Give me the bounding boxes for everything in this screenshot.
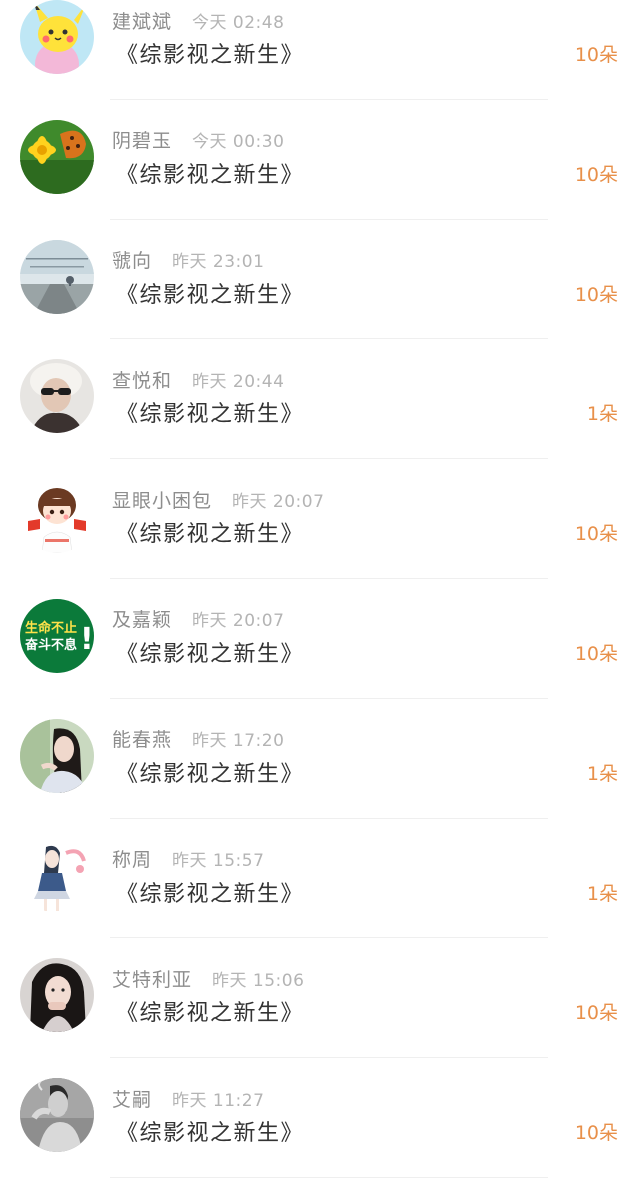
user-name[interactable]: 查悦和 xyxy=(112,366,172,393)
timestamp: 昨天 17:20 xyxy=(192,731,285,752)
user-name[interactable]: 及嘉颖 xyxy=(112,605,172,632)
flower-count: 10朵 xyxy=(574,642,618,665)
flower-count: 1朵 xyxy=(586,882,618,905)
flower-count: 1朵 xyxy=(586,403,618,426)
timestamp: 昨天 20:44 xyxy=(192,371,285,392)
sketch-girl-avatar-icon[interactable] xyxy=(20,838,94,913)
sunglasses-person-avatar-icon[interactable] xyxy=(20,359,94,434)
list-item[interactable]: 称周 昨天 15:57 《综影视之新生》 1朵 xyxy=(0,819,640,939)
timestamp: 昨天 20:07 xyxy=(232,491,325,512)
user-name[interactable]: 能春燕 xyxy=(112,725,172,752)
flower-count: 10朵 xyxy=(574,1122,618,1145)
book-title: 《综影视之新生》 xyxy=(116,1001,305,1027)
pikachu-avatar-icon[interactable] xyxy=(20,0,94,74)
smoking-man-avatar-icon[interactable] xyxy=(20,1078,94,1153)
user-name[interactable]: 虢向 xyxy=(112,246,152,273)
divider xyxy=(110,1176,548,1178)
list-item[interactable]: 艾特利亚 昨天 15:06 《综影视之新生》 10朵 xyxy=(0,938,640,1059)
user-name[interactable]: 显眼小困包 xyxy=(112,486,212,513)
timestamp: 昨天 15:57 xyxy=(172,851,265,872)
flower-count: 1朵 xyxy=(586,762,618,785)
list-item[interactable]: 能春燕 昨天 17:20 《综影视之新生》 1朵 xyxy=(0,699,640,819)
user-name[interactable]: 艾嗣 xyxy=(112,1085,152,1112)
book-title: 《综影视之新生》 xyxy=(116,1121,305,1147)
book-title: 《综影视之新生》 xyxy=(116,43,305,68)
list-item[interactable]: 艾嗣 昨天 11:27 《综影视之新生》 10朵 xyxy=(0,1058,640,1178)
woman-portrait-avatar-icon[interactable] xyxy=(20,958,94,1033)
sky-road-avatar-icon[interactable] xyxy=(20,239,94,314)
timestamp: 今天 02:48 xyxy=(192,12,285,33)
book-title: 《综影视之新生》 xyxy=(116,881,305,907)
flower-count: 10朵 xyxy=(574,523,618,546)
avatar-slogan-mark: ! xyxy=(80,622,94,657)
green-slogan-avatar-icon[interactable]: 生命不止 奋斗不息 ! xyxy=(20,598,94,673)
user-name[interactable]: 建斌斌 xyxy=(112,7,172,34)
avatar-slogan-line2: 奋斗不息 xyxy=(24,637,77,653)
timestamp: 昨天 15:06 xyxy=(212,970,305,991)
timestamp: 昨天 23:01 xyxy=(172,252,265,273)
avatar-slogan-line1: 生命不止 xyxy=(25,620,77,636)
flower-count: 10朵 xyxy=(574,283,618,306)
book-title: 《综影视之新生》 xyxy=(116,282,305,308)
book-title: 《综影视之新生》 xyxy=(116,522,305,548)
user-name[interactable]: 阴碧玉 xyxy=(112,126,172,153)
user-name[interactable]: 称周 xyxy=(112,845,152,872)
list-item[interactable]: 阴碧玉 今天 00:30 《综影视之新生》 10朵 xyxy=(0,100,640,220)
cartoon-girl-avatar-icon[interactable] xyxy=(20,479,94,554)
book-title: 《综影视之新生》 xyxy=(116,641,305,667)
timestamp: 今天 00:30 xyxy=(192,132,285,153)
book-title: 《综影视之新生》 xyxy=(116,761,305,787)
butterfly-flower-avatar-icon[interactable] xyxy=(20,119,94,194)
list-item[interactable]: 生命不止 奋斗不息 ! 及嘉颖 昨天 20:07 《综影视之新生》 10朵 xyxy=(0,579,640,699)
list-item[interactable]: 虢向 昨天 23:01 《综影视之新生》 10朵 xyxy=(0,220,640,340)
book-title: 《综影视之新生》 xyxy=(116,402,305,428)
girl-portrait-avatar-icon[interactable] xyxy=(20,718,94,793)
flower-count: 10朵 xyxy=(574,44,618,66)
book-title: 《综影视之新生》 xyxy=(116,162,305,188)
gift-record-list: 建斌斌 今天 02:48 《综影视之新生》 10朵 阴碧玉 今天 00:30 《… xyxy=(0,0,640,1178)
flower-count: 10朵 xyxy=(574,163,618,186)
list-item[interactable]: 显眼小困包 昨天 20:07 《综影视之新生》 10朵 xyxy=(0,459,640,579)
timestamp: 昨天 11:27 xyxy=(172,1090,265,1111)
user-name[interactable]: 艾特利亚 xyxy=(112,965,192,992)
timestamp: 昨天 20:07 xyxy=(192,611,285,632)
flower-count: 10朵 xyxy=(574,1002,618,1025)
list-item[interactable]: 建斌斌 今天 02:48 《综影视之新生》 10朵 xyxy=(0,0,640,100)
list-item[interactable]: 查悦和 昨天 20:44 《综影视之新生》 1朵 xyxy=(0,339,640,460)
